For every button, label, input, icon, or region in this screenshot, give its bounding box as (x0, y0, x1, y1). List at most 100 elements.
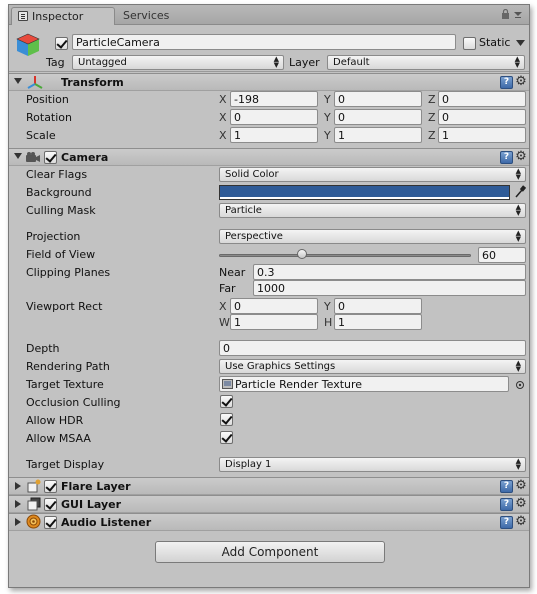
position-z-field[interactable]: 0 (438, 91, 526, 107)
occlusion-culling-checkbox[interactable] (220, 395, 233, 408)
tab-inspector-label: Inspector (32, 10, 84, 23)
rotation-z-field[interactable]: 0 (438, 109, 526, 125)
static-dropdown-icon[interactable] (516, 40, 525, 46)
clipping-planes-label: Clipping Planes (26, 266, 111, 279)
dropdown-arrows-icon: ▲ ▼ (515, 457, 521, 471)
gear-icon[interactable]: ⚙ (514, 479, 528, 493)
foldout-arrow-icon[interactable] (15, 518, 21, 526)
target-display-label: Target Display (26, 458, 105, 471)
gui-layer-icon (27, 497, 41, 511)
culling-mask-value: Particle (225, 205, 262, 216)
projection-dropdown[interactable]: Perspective ▲ ▼ (219, 229, 526, 244)
flare-layer-header[interactable]: Flare Layer ? ⚙ (9, 477, 529, 495)
target-texture-label: Target Texture (26, 378, 104, 391)
foldout-arrow-icon[interactable] (14, 78, 22, 84)
axis-y-label: Y (324, 111, 331, 124)
fov-slider-thumb[interactable] (297, 249, 308, 259)
menu-icon[interactable] (513, 9, 523, 19)
position-y-field[interactable]: 0 (334, 91, 422, 107)
transform-header[interactable]: Transform ? ⚙ (9, 73, 529, 91)
object-picker-icon[interactable] (515, 380, 525, 390)
clear-flags-dropdown[interactable]: Solid Color ▲ ▼ (219, 167, 526, 182)
tag-value: Untagged (78, 57, 127, 68)
axis-z-label: Z (428, 111, 436, 124)
dropdown-arrows-icon: ▲ ▼ (515, 203, 521, 217)
position-x-field[interactable]: -198 (230, 91, 318, 107)
static-checkbox[interactable] (463, 37, 476, 50)
foldout-arrow-icon[interactable] (15, 482, 21, 490)
viewport-x-field[interactable]: 0 (230, 298, 318, 314)
help-icon[interactable]: ? (500, 498, 513, 511)
foldout-arrow-icon[interactable] (14, 153, 22, 159)
occlusion-culling-label: Occlusion Culling (26, 396, 121, 409)
object-name-input[interactable]: ParticleCamera (72, 34, 456, 50)
scale-label: Scale (26, 129, 56, 142)
projection-label: Projection (26, 230, 81, 243)
audio-listener-header[interactable]: Audio Listener ? ⚙ (9, 513, 529, 531)
tag-dropdown[interactable]: Untagged ▲ ▼ (72, 55, 284, 70)
gui-layer-checkbox[interactable] (44, 498, 57, 511)
gear-icon[interactable]: ⚙ (514, 497, 528, 511)
allow-hdr-checkbox[interactable] (220, 413, 233, 426)
rotation-y-field[interactable]: 0 (334, 109, 422, 125)
active-checkbox[interactable] (55, 37, 68, 50)
tab-services[interactable]: Services (117, 7, 177, 25)
axis-x-label: X (219, 93, 227, 106)
tab-options[interactable] (501, 8, 523, 20)
lock-icon[interactable] (501, 8, 510, 19)
audio-listener-icon (26, 514, 41, 529)
target-texture-field[interactable]: Particle Render Texture (219, 376, 509, 392)
camera-enabled-checkbox[interactable] (44, 151, 57, 164)
background-color-swatch[interactable] (219, 185, 510, 200)
target-texture-value: Particle Render Texture (235, 378, 363, 391)
gui-layer-header[interactable]: GUI Layer ? ⚙ (9, 495, 529, 513)
depth-field[interactable]: 0 (219, 340, 526, 356)
projection-value: Perspective (225, 231, 283, 242)
static-label: Static (479, 36, 511, 49)
add-component-button[interactable]: Add Component (155, 541, 385, 563)
audio-listener-checkbox[interactable] (44, 516, 57, 529)
viewport-h-field[interactable]: 1 (334, 314, 422, 330)
eyedropper-icon[interactable] (514, 185, 526, 199)
dropdown-arrows-icon: ▲ ▼ (515, 359, 521, 373)
inspector-window: Inspector Services ParticleCamera Static… (8, 4, 530, 588)
tag-label: Tag (46, 56, 65, 69)
rotation-x-field[interactable]: 0 (230, 109, 318, 125)
allow-msaa-label: Allow MSAA (26, 432, 91, 445)
gameobject-cube-icon (16, 33, 40, 56)
foldout-arrow-icon[interactable] (15, 500, 21, 508)
viewport-rect-label: Viewport Rect (26, 300, 103, 313)
fov-value-field[interactable]: 60 (478, 247, 526, 263)
layer-dropdown[interactable]: Default ▲ ▼ (327, 55, 525, 70)
viewport-w-field[interactable]: 1 (230, 314, 318, 330)
gear-icon[interactable]: ⚙ (514, 150, 528, 164)
field-of-view-label: Field of View (26, 248, 96, 261)
scale-y-field[interactable]: 1 (334, 127, 422, 143)
help-icon[interactable]: ? (500, 480, 513, 493)
target-display-dropdown[interactable]: Display 1 ▲ ▼ (219, 457, 526, 472)
camera-header[interactable]: Camera ? ⚙ (9, 148, 529, 166)
transform-axes-icon (27, 76, 43, 89)
help-icon[interactable]: ? (500, 151, 513, 164)
allow-msaa-checkbox[interactable] (220, 431, 233, 444)
audio-listener-title: Audio Listener (61, 516, 152, 529)
background-label: Background (26, 186, 92, 199)
gear-icon[interactable]: ⚙ (514, 75, 528, 89)
flare-layer-checkbox[interactable] (44, 480, 57, 493)
far-field[interactable]: 1000 (253, 280, 526, 296)
rendering-path-dropdown[interactable]: Use Graphics Settings ▲ ▼ (219, 359, 526, 374)
gear-icon[interactable]: ⚙ (514, 515, 528, 529)
scale-x-field[interactable]: 1 (230, 127, 318, 143)
help-icon[interactable]: ? (500, 76, 513, 89)
culling-mask-dropdown[interactable]: Particle ▲ ▼ (219, 203, 526, 218)
depth-label: Depth (26, 342, 60, 355)
tab-inspector[interactable]: Inspector (11, 7, 115, 25)
axis-x-label: X (219, 111, 227, 124)
fov-slider-track[interactable] (219, 254, 471, 257)
help-icon[interactable]: ? (500, 516, 513, 529)
clear-flags-label: Clear Flags (26, 168, 88, 181)
flare-layer-title: Flare Layer (61, 480, 131, 493)
viewport-y-field[interactable]: 0 (334, 298, 422, 314)
scale-z-field[interactable]: 1 (438, 127, 526, 143)
near-field[interactable]: 0.3 (253, 264, 526, 280)
